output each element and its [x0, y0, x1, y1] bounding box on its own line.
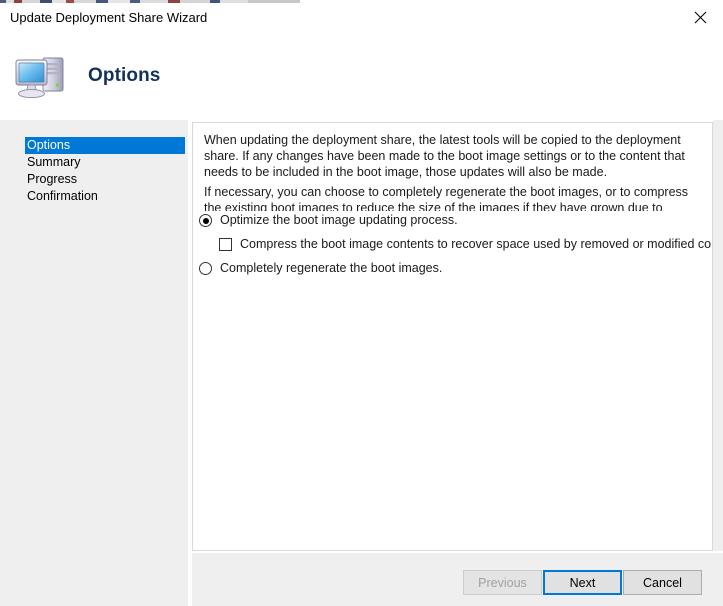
compress-boot-image-label: Compress the boot image contents to reco…	[240, 235, 713, 254]
optimize-boot-image-radio[interactable]	[199, 214, 212, 227]
optimize-boot-image-label: Optimize the boot image updating process…	[220, 211, 458, 230]
boot-image-options-group: Optimize the boot image updating process…	[199, 211, 709, 283]
panel-right-gutter	[713, 120, 723, 606]
sidebar-item-progress[interactable]: Progress	[25, 171, 185, 188]
regenerate-boot-image-radio-row[interactable]: Completely regenerate the boot images.	[199, 259, 709, 283]
close-icon[interactable]	[678, 3, 723, 32]
compress-boot-image-checkbox[interactable]	[219, 238, 232, 251]
window-title: Update Deployment Share Wizard	[10, 10, 207, 25]
optimize-boot-image-radio-row[interactable]: Optimize the boot image updating process…	[199, 211, 709, 235]
title-bar: Update Deployment Share Wizard	[0, 3, 723, 32]
page-title: Options	[88, 65, 160, 87]
regenerate-boot-image-radio[interactable]	[199, 262, 212, 275]
cancel-button[interactable]: Cancel	[623, 570, 702, 595]
wizard-steps-sidebar: Options Summary Progress Confirmation	[0, 120, 190, 606]
next-button[interactable]: Next	[543, 570, 622, 595]
regenerate-info-paragraph: If necessary, you can choose to complete…	[204, 184, 702, 211]
previous-button[interactable]: Previous	[463, 570, 542, 595]
computer-monitor-icon	[12, 50, 72, 102]
sidebar-item-options[interactable]: Options	[25, 137, 185, 154]
sidebar-item-confirmation[interactable]: Confirmation	[25, 188, 185, 205]
content-panel: When updating the deployment share, the …	[192, 122, 713, 551]
regenerate-boot-image-label: Completely regenerate the boot images.	[220, 259, 442, 278]
compress-boot-image-checkbox-row[interactable]: Compress the boot image contents to reco…	[199, 235, 709, 259]
wizard-header: Options	[0, 32, 723, 120]
intro-paragraph: When updating the deployment share, the …	[204, 132, 702, 180]
dialog-footer: Previous Next Cancel	[192, 553, 723, 606]
sidebar-item-summary[interactable]: Summary	[25, 154, 185, 171]
